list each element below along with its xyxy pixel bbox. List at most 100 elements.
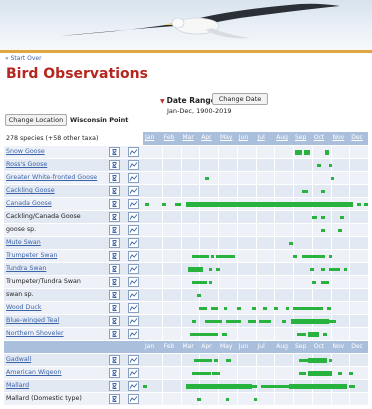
- line-chart-icon[interactable]: [128, 354, 139, 365]
- species-link[interactable]: Trumpeter Swan: [6, 252, 57, 259]
- species-name-cell: swan sp.: [4, 288, 105, 302]
- species-name-cell: Mallard (Domestic type): [4, 392, 105, 406]
- photo-icon[interactable]: [109, 224, 120, 235]
- photo-icon[interactable]: [109, 146, 120, 157]
- photo-icon[interactable]: [109, 289, 120, 300]
- month-divider: [161, 314, 163, 328]
- month-label-aug[interactable]: Aug: [276, 134, 288, 141]
- month-label-sep[interactable]: Sep: [295, 134, 306, 141]
- line-chart-icon[interactable]: [128, 263, 139, 274]
- photo-icon[interactable]: [109, 367, 120, 378]
- species-link[interactable]: Mallard: [6, 382, 29, 389]
- photo-icon[interactable]: [109, 159, 120, 170]
- photo-icon[interactable]: [109, 276, 120, 287]
- month-divider: [274, 249, 276, 263]
- month-label-apr: Apr: [201, 342, 212, 350]
- month-label-mar: Mar: [182, 342, 194, 350]
- species-link[interactable]: Gadwall: [6, 356, 31, 363]
- species-link[interactable]: Canada Goose: [6, 200, 52, 207]
- frequency-bar: [216, 254, 235, 258]
- line-chart-icon[interactable]: [128, 380, 139, 391]
- line-chart-icon[interactable]: [128, 250, 139, 261]
- month-label-oct[interactable]: Oct: [314, 134, 324, 141]
- month-divider: [274, 366, 276, 380]
- frequency-bar: [338, 228, 342, 232]
- species-link[interactable]: American Wigeon: [6, 369, 62, 376]
- frequency-bars: [143, 171, 368, 185]
- species-link[interactable]: Cackling Goose: [6, 187, 55, 194]
- month-label-jun[interactable]: Jun: [239, 134, 248, 141]
- frequency-bar: [302, 189, 308, 193]
- line-chart-icon[interactable]: [128, 185, 139, 196]
- month-label-feb[interactable]: Feb: [164, 134, 175, 141]
- month-label-may[interactable]: May: [220, 134, 232, 141]
- species-name-cell: Cackling/Canada Goose: [4, 210, 105, 224]
- species-link[interactable]: Mute Swan: [6, 239, 41, 246]
- line-chart-icon[interactable]: [128, 328, 139, 339]
- change-date-button[interactable]: Change Date: [212, 93, 268, 105]
- line-chart-icon[interactable]: [128, 237, 139, 248]
- chart-cell: [124, 327, 143, 341]
- species-name-cell: Ross's Goose: [4, 158, 105, 172]
- photo-icon[interactable]: [109, 393, 120, 404]
- month-label-apr[interactable]: Apr: [201, 134, 211, 141]
- photo-icon[interactable]: [109, 263, 120, 274]
- month-label-jan[interactable]: Jan: [145, 134, 154, 141]
- line-chart-icon[interactable]: [128, 198, 139, 209]
- line-chart-icon[interactable]: [128, 367, 139, 378]
- chart-cell: [124, 262, 143, 276]
- frequency-bar: [221, 332, 228, 336]
- photo-icon[interactable]: [109, 237, 120, 248]
- species-link[interactable]: Wood Duck: [6, 304, 42, 311]
- photo-icon[interactable]: [109, 185, 120, 196]
- line-chart-icon[interactable]: [128, 289, 139, 300]
- photo-icon[interactable]: [109, 198, 120, 209]
- month-divider: [293, 236, 294, 250]
- species-link[interactable]: Snow Goose: [6, 148, 45, 155]
- frequency-bar: [349, 384, 355, 388]
- month-label-mar[interactable]: Mar: [183, 134, 194, 141]
- frequency-bar: [285, 306, 290, 310]
- line-chart-icon[interactable]: [128, 315, 139, 326]
- month-divider: [161, 353, 163, 367]
- line-chart-icon[interactable]: [128, 276, 139, 287]
- frequency-bar: [253, 397, 258, 401]
- line-chart-icon[interactable]: [128, 302, 139, 313]
- month-header-row: Jan Feb Mar Apr May Jun Jul Aug Sep Oct Nov Dec: [4, 340, 368, 354]
- start-over-link[interactable]: « Start Over: [5, 55, 42, 62]
- photo-icon[interactable]: [109, 328, 120, 339]
- species-row: Blue-winged Teal: [4, 314, 368, 328]
- line-chart-icon[interactable]: [128, 211, 139, 222]
- photo-icon[interactable]: [109, 172, 120, 183]
- photo-icon[interactable]: [109, 250, 120, 261]
- species-link[interactable]: Greater White-fronted Goose: [6, 174, 97, 181]
- line-chart-icon[interactable]: [128, 146, 139, 157]
- month-divider: [274, 392, 276, 406]
- month-divider: [274, 236, 276, 250]
- photo-icon[interactable]: [109, 211, 120, 222]
- photo-icon[interactable]: [109, 315, 120, 326]
- month-label-dec[interactable]: Dec: [351, 134, 363, 141]
- species-link[interactable]: Ross's Goose: [6, 161, 47, 168]
- line-chart-icon[interactable]: [128, 224, 139, 235]
- line-chart-icon[interactable]: [128, 393, 139, 404]
- month-divider: [236, 366, 238, 380]
- month-divider: [236, 392, 238, 406]
- frequency-bar: [193, 358, 213, 362]
- month-divider: [236, 145, 238, 159]
- photo-cell: [105, 314, 124, 328]
- photo-icon[interactable]: [109, 380, 120, 391]
- photo-icon[interactable]: [109, 302, 120, 313]
- change-location-button[interactable]: Change Location: [5, 114, 67, 126]
- photo-icon[interactable]: [109, 354, 120, 365]
- frequency-bar: [311, 215, 318, 219]
- line-chart-icon[interactable]: [128, 159, 139, 170]
- month-label-nov[interactable]: Nov: [333, 134, 345, 141]
- line-chart-icon[interactable]: [128, 172, 139, 183]
- species-link[interactable]: Tundra Swan: [6, 265, 46, 272]
- location-name: Wisconsin Point: [70, 116, 129, 124]
- month-label-jul[interactable]: Jul: [258, 134, 265, 141]
- month-divider: [255, 314, 257, 328]
- species-link[interactable]: Blue-winged Teal: [6, 317, 59, 324]
- species-link[interactable]: Northern Shoveler: [6, 330, 64, 337]
